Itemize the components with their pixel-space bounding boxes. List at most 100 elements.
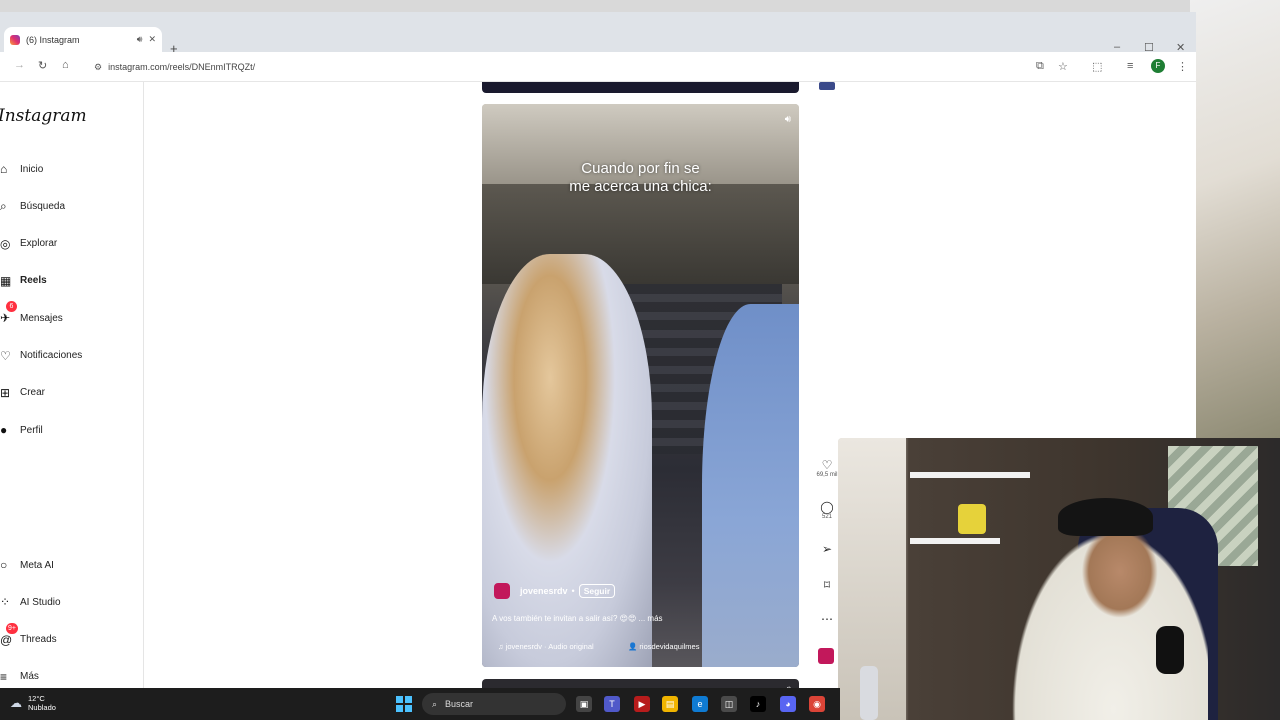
sidebar-item-label: Mensajes [20,312,63,324]
sidebar-item-label: Threads [20,634,57,646]
sidebar-item-inicio[interactable]: ⌂ Inicio [0,159,43,179]
compass-icon: ◎ [0,236,11,251]
reel-audio-link[interactable]: ♫ jovenesrdv · Audio original [498,642,594,651]
tiktok-icon[interactable]: ♪ [750,696,766,712]
sidebar-item-label: AI Studio [20,596,61,608]
notification-badge: 9+ [6,622,18,634]
reel-video[interactable]: Cuando por fin se me acerca una chica: 🔊… [482,104,799,667]
audio-thumbnail[interactable] [818,648,834,664]
cloud-icon: ☁ [10,695,22,710]
sidebar-item-label: Inicio [20,163,44,175]
sidebar-item-label: Meta AI [20,559,54,571]
webcam-microphone [1156,626,1184,674]
sidebar-item-label: Crear [20,387,46,399]
tab-bar: (6) Instagram 🔊︎ ✕ + – ☐ ✕ [0,24,1196,56]
avatar-icon: ● [0,423,8,438]
reel-collaborator-link[interactable]: 👤 riosdevidaquilmes [628,642,699,651]
weather-widget[interactable]: ☁ 12°C Nublado [10,694,56,712]
chrome-icon[interactable]: ◉ [809,696,825,712]
webcam-figurine [958,504,986,534]
sidebar-item-más[interactable]: ≡ Más [0,667,39,687]
sidebar-item-explorar[interactable]: ◎ Explorar [0,234,57,254]
sidebar-item-búsqueda[interactable]: ⌕ Búsqueda [0,196,65,216]
sidebar-item-crear[interactable]: ⊞ Crear [0,383,45,403]
sidebar-item-perfil[interactable]: ● Perfil [0,420,43,440]
back-button[interactable]: → [14,59,25,71]
webcam-shelf [910,472,1030,478]
reload-button[interactable]: ↻ [38,59,47,72]
task-view-icon[interactable]: ▣ [576,696,592,712]
discord-icon[interactable]: ◕ [780,696,796,712]
tab-instagram[interactable]: (6) Instagram 🔊︎ ✕ [4,27,162,52]
threads-icon: @ [0,632,13,647]
address-bar[interactable]: ⚙ instagram.com/reels/DNEnmITRQZt/ [84,56,1074,78]
sidebar-item-ai-studio[interactable]: ⁘ AI Studio [0,592,61,612]
volume-icon[interactable]: 🔊︎ [785,114,791,125]
reel-caption[interactable]: A vos también te invitan a salir así? 😍😍… [492,614,663,623]
instagram-sidebar: Instagram ⌂ Inicio ⌕ Búsqueda ◎ Explorar ▦ Reel… [0,82,144,700]
sidebar-item-label: Búsqueda [20,200,66,212]
reels-icon: ▦ [0,273,12,288]
webcam-shelf [910,538,1000,544]
weather-condition: Nublado [28,703,56,712]
ai-studio-icon: ⁘ [0,595,11,610]
messenger-icon: ✈ [0,311,11,326]
teams-icon[interactable]: T [604,696,620,712]
meta-ai-icon: ○ [0,558,8,572]
webcam-streamer [998,508,1208,720]
sidebar-item-label: Más [20,671,39,683]
store-icon[interactable]: ◫ [721,696,737,712]
instagram-logo[interactable]: Instagram [0,106,87,126]
install-app-icon[interactable]: ⧉ [1036,60,1044,73]
heart-icon: ♡ [0,348,11,363]
previous-reel-audio-thumb[interactable] [819,82,835,90]
taskbar-search[interactable]: ⌕ Buscar [422,693,566,715]
reel-author: jovenesrdv • Seguir [494,583,616,599]
sidebar-item-reels[interactable]: ▦ Reels [0,271,47,291]
home-icon: ⌂ [0,162,8,176]
instagram-favicon-icon [10,34,20,45]
author-separator: • [571,586,575,596]
profile-avatar[interactable]: F [1151,59,1165,73]
taskbar-search-placeholder: Buscar [445,699,474,709]
follow-button[interactable]: Seguir [578,584,616,598]
home-button[interactable]: ⌂ [62,59,69,71]
desktop-background [1190,0,1280,440]
reel-overlay-line: Cuando por fin se [581,160,700,177]
more-icon: ⋯ [821,612,833,626]
media-controls-icon[interactable]: ≡ [1127,60,1133,72]
url-text: instagram.com/reels/DNEnmITRQZt/ [108,62,256,72]
windows-taskbar: ☁ 12°C Nublado ⌕ Buscar ▣ T ▶ ▤ e ◫ ♪ ◕ … [0,688,840,720]
app-red-icon[interactable]: ▶ [634,696,650,712]
reel-overlay-line: me acerca una chica: [569,178,712,195]
browser-menu-icon[interactable]: ⋮ [1177,60,1188,73]
search-icon: ⌕ [0,198,7,213]
author-username[interactable]: jovenesrdv [520,586,568,596]
sidebar-item-notificaciones[interactable]: ♡ Notificaciones [0,346,82,366]
search-icon: ⌕ [432,698,438,709]
sidebar-item-mensajes[interactable]: ✈ 6 Mensajes [0,301,63,328]
webcam-cap [1058,498,1153,536]
sidebar-item-meta-ai[interactable]: ○ Meta AI [0,555,54,575]
tab-title: (6) Instagram [26,34,80,45]
edge-icon[interactable]: e [692,696,708,712]
extensions-icon[interactable]: ⬚ [1092,60,1102,73]
bookmarks-strip [0,12,1196,24]
heart-icon: ♡ [821,458,833,472]
webcam-bottle [860,666,878,720]
speaker-icon[interactable]: 🔊︎ [137,34,143,45]
reel-scene-person [482,254,652,667]
site-info-icon[interactable]: ⚙ [94,62,102,73]
sidebar-item-label: Explorar [20,238,58,250]
sidebar-item-threads[interactable]: @9+ Threads [0,622,57,650]
windows-start-icon[interactable] [396,696,412,712]
bookmark-star-icon[interactable]: ☆ [1058,60,1068,73]
send-icon: ➢ [821,542,833,556]
author-avatar[interactable] [494,583,510,599]
file-explorer-icon[interactable]: ▤ [662,696,678,712]
comment-icon: ◯ [820,500,834,514]
close-tab-icon[interactable]: ✕ [148,34,156,45]
plus-square-icon: ⊞ [0,385,11,400]
weather-temperature: 12°C [28,694,45,703]
previous-reel-preview[interactable] [482,82,799,93]
